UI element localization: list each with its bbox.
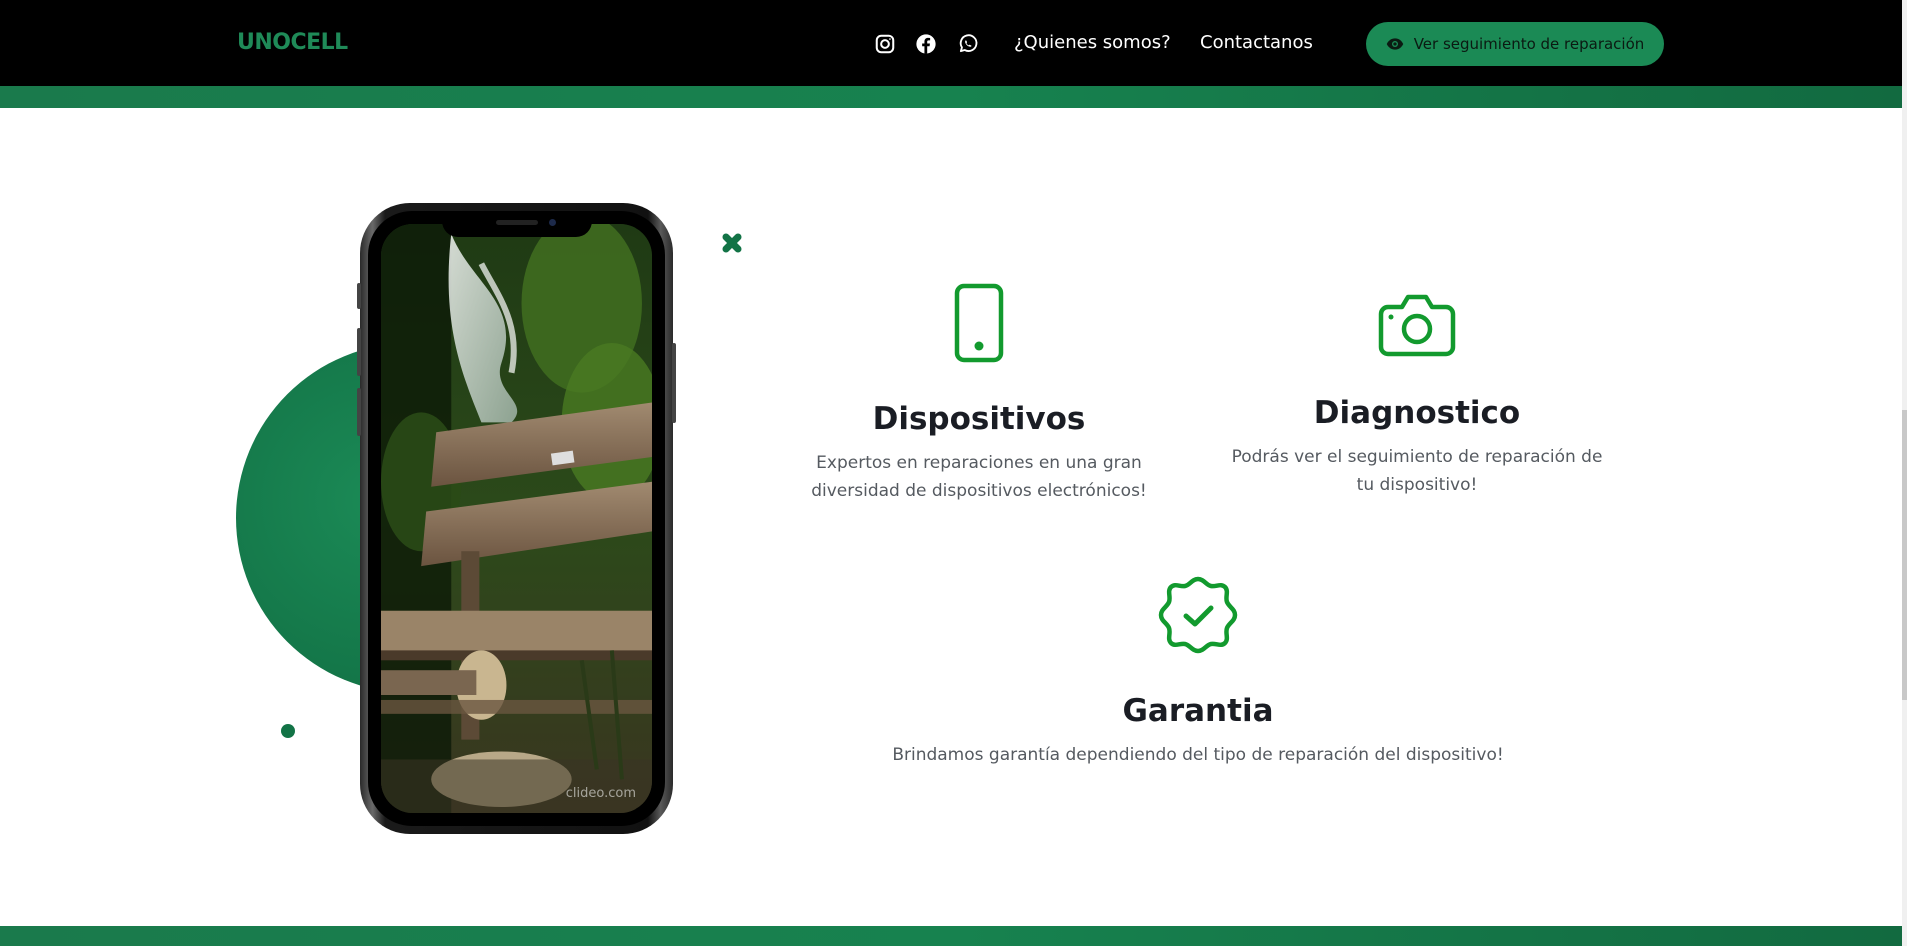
feature-desc-line: diversidad de dispositivos electrónicos!: [811, 481, 1147, 501]
camera-icon: [1378, 294, 1456, 357]
whatsapp-icon[interactable]: [956, 32, 980, 56]
navbar: UNOCELL ¿Quienes somos? Contactanos Ver …: [0, 0, 1907, 86]
track-repair-button[interactable]: Ver seguimiento de reparación: [1366, 22, 1664, 66]
nav-link-contact[interactable]: Contactanos: [1200, 32, 1313, 53]
facebook-icon[interactable]: [914, 32, 938, 56]
decorative-cross-icon: [722, 233, 742, 253]
feature-dispositivos: Dispositivos Expertos en reparaciones en…: [789, 283, 1169, 505]
phone-mockup: clideo.com: [357, 203, 676, 834]
feature-desc-line: Brindamos garantía dependiendo del tipo …: [892, 745, 1504, 765]
track-repair-label: Ver seguimiento de reparación: [1413, 35, 1645, 53]
scrollbar[interactable]: [1902, 0, 1907, 946]
feature-garantia: Garantia Brindamos garantía dependiendo …: [838, 575, 1558, 769]
brand-logo[interactable]: UNOCELL: [237, 30, 348, 55]
feature-title: Dispositivos: [872, 401, 1086, 437]
feature-desc-line: tu dispositivo!: [1356, 475, 1478, 495]
badge-check-icon: [1158, 576, 1238, 654]
feature-desc-line: Expertos en reparaciones en una gran: [816, 453, 1142, 473]
bottom-green-band: [0, 926, 1907, 946]
scrollbar-thumb[interactable]: [1902, 410, 1907, 700]
decorative-dot: [281, 724, 295, 738]
feature-title: Garantia: [1122, 693, 1274, 729]
instagram-icon[interactable]: [873, 32, 897, 56]
eye-icon: [1386, 38, 1403, 50]
nav-link-about[interactable]: ¿Quienes somos?: [1014, 32, 1171, 53]
feature-diagnostico: Diagnostico Podrás ver el seguimiento de…: [1217, 293, 1617, 499]
feature-desc-line: Podrás ver el seguimiento de reparación …: [1231, 447, 1603, 467]
phone-screen-image: clideo.com: [381, 224, 652, 813]
feature-title: Diagnostico: [1313, 395, 1521, 431]
phone-watermark: clideo.com: [565, 786, 636, 801]
top-green-band: [0, 86, 1907, 108]
phone-icon: [954, 283, 1004, 363]
